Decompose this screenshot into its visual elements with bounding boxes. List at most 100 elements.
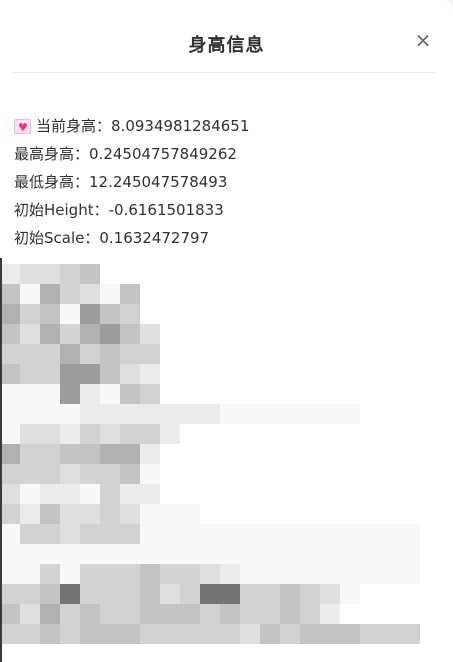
dialog-title: 身高信息 <box>188 35 265 56</box>
mosaic-cell <box>20 604 40 624</box>
mosaic-cell <box>120 344 140 364</box>
mosaic-cell <box>40 544 60 564</box>
min-height-value: 12.245047578493 <box>89 173 228 191</box>
mosaic-cell <box>300 604 320 624</box>
mosaic-cell <box>280 584 300 604</box>
mosaic-cell <box>320 584 340 604</box>
mosaic-cell <box>240 604 260 624</box>
mosaic-cell <box>140 524 160 544</box>
mosaic-cell <box>60 284 80 304</box>
mosaic-cell <box>100 584 120 604</box>
mosaic-cell <box>100 504 120 524</box>
mosaic-cell <box>400 564 420 584</box>
mosaic-cell <box>40 324 60 344</box>
mosaic-cell <box>80 364 100 384</box>
mosaic-cell <box>180 404 200 424</box>
mosaic-cell <box>220 584 240 604</box>
mosaic-cell <box>120 284 140 304</box>
mosaic-cell <box>0 624 20 644</box>
mosaic-cell <box>100 624 120 644</box>
max-height-row: 最高身高： 0.24504757849262 <box>14 140 444 168</box>
mosaic-cell <box>380 624 400 644</box>
mosaic-cell <box>260 544 280 564</box>
close-icon[interactable]: × <box>413 28 433 52</box>
mosaic-cell <box>200 404 220 424</box>
heart-icon <box>14 117 31 139</box>
mosaic-cell <box>60 364 80 384</box>
mosaic-cell <box>0 264 20 284</box>
mosaic-cell <box>100 464 120 484</box>
mosaic-cell <box>320 404 340 424</box>
mosaic-cell <box>120 404 140 424</box>
mosaic-cell <box>60 404 80 424</box>
mosaic-cell <box>60 324 80 344</box>
mosaic-cell <box>160 624 180 644</box>
mosaic-cell <box>0 424 20 444</box>
mosaic-cell <box>320 544 340 564</box>
mosaic-cell <box>20 384 40 404</box>
mosaic-cell <box>140 344 160 364</box>
initial-scale-row: 初始Scale： 0.1632472797 <box>14 224 444 252</box>
mosaic-cell <box>140 544 160 564</box>
min-height-label: 最低身高： <box>14 173 90 191</box>
mosaic-cell <box>140 444 160 464</box>
dialog-header: 身高信息 × <box>0 0 453 72</box>
mosaic-cell <box>60 624 80 644</box>
mosaic-cell <box>320 564 340 584</box>
mosaic-cell <box>180 524 200 544</box>
initial-scale-value: 0.1632472797 <box>99 229 210 247</box>
mosaic-cell <box>320 604 340 624</box>
mosaic-cell <box>80 544 100 564</box>
mosaic-cell <box>140 384 160 404</box>
mosaic-cell <box>140 464 160 484</box>
mosaic-cell <box>40 444 60 464</box>
mosaic-cell <box>60 604 80 624</box>
initial-height-row: 初始Height： -0.6161501833 <box>14 196 444 224</box>
mosaic-cell <box>200 524 220 544</box>
mosaic-cell <box>80 324 100 344</box>
mosaic-cell <box>60 484 80 504</box>
mosaic-cell <box>0 344 20 364</box>
mosaic-cell <box>20 564 40 584</box>
mosaic-cell <box>280 524 300 544</box>
initial-height-value: -0.6161501833 <box>108 201 224 219</box>
mosaic-cell <box>80 484 100 504</box>
mosaic-cell <box>260 524 280 544</box>
mosaic-cell <box>60 584 80 604</box>
mosaic-cell <box>340 524 360 544</box>
height-info-dialog: 身高信息 × 当前身高： 8.0934981284651 最高身高： 0.245… <box>0 0 453 662</box>
mosaic-cell <box>120 624 140 644</box>
mosaic-cell <box>80 604 100 624</box>
mosaic-cell <box>120 424 140 444</box>
mosaic-cell <box>220 624 240 644</box>
mosaic-cell <box>240 584 260 604</box>
mosaic-cell <box>40 364 60 384</box>
mosaic-cell <box>240 404 260 424</box>
mosaic-cell <box>0 384 20 404</box>
mosaic-cell <box>0 524 20 544</box>
mosaic-cell <box>80 464 100 484</box>
mosaic-cell <box>180 544 200 564</box>
mosaic-cell <box>40 344 60 364</box>
mosaic-cell <box>380 524 400 544</box>
height-info-list: 当前身高： 8.0934981284651 最高身高： 0.2450475784… <box>14 112 444 252</box>
mosaic-cell <box>120 384 140 404</box>
mosaic-cell <box>320 624 340 644</box>
mosaic-cell <box>100 364 120 384</box>
mosaic-cell <box>320 524 340 544</box>
mosaic-cell <box>40 284 60 304</box>
mosaic-cell <box>240 624 260 644</box>
mosaic-cell <box>60 464 80 484</box>
mosaic-cell <box>300 584 320 604</box>
mosaic-cell <box>20 264 40 284</box>
mosaic-cell <box>240 544 260 564</box>
mosaic-cell <box>0 304 20 324</box>
mosaic-cell <box>120 544 140 564</box>
current-height-label: 当前身高： <box>36 117 112 135</box>
mosaic-cell <box>280 624 300 644</box>
mosaic-cell <box>100 484 120 504</box>
mosaic-cell <box>220 604 240 624</box>
mosaic-cell <box>100 344 120 364</box>
mosaic-cell <box>80 344 100 364</box>
mosaic-cell <box>340 624 360 644</box>
